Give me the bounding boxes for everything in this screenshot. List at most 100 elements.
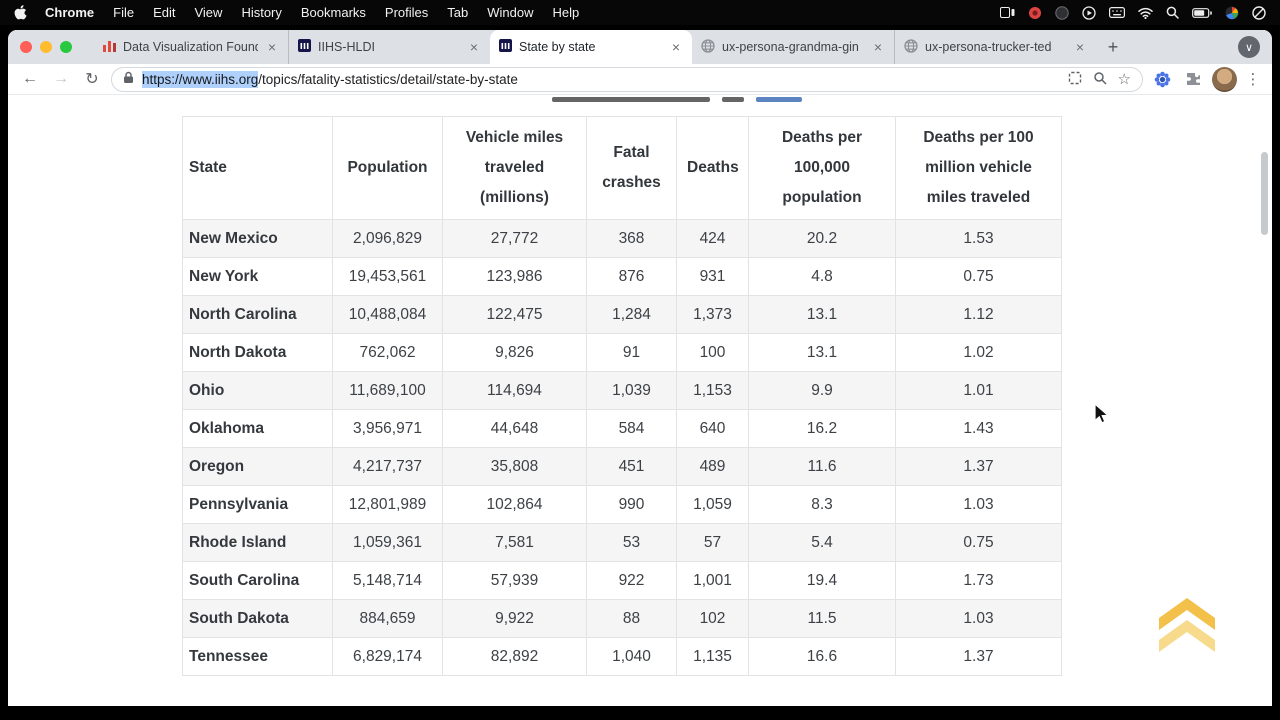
menubar-item-file[interactable]: File <box>113 5 134 20</box>
value-cell: 57 <box>677 524 749 562</box>
extension-blue-flower-icon[interactable] <box>1150 67 1174 91</box>
zoom-icon[interactable] <box>1093 71 1107 88</box>
menubar: Chrome File Edit View History Bookmarks Profil… <box>0 0 1280 25</box>
value-cell: 19,453,561 <box>333 258 443 296</box>
reload-button[interactable]: ↻ <box>80 67 104 91</box>
keyboard-icon[interactable] <box>1109 7 1125 18</box>
state-cell: Oregon <box>183 448 333 486</box>
value-cell: 35,808 <box>443 448 587 486</box>
tab-ux-persona-grandma[interactable]: ux-persona-grandma-gin × <box>692 30 894 64</box>
value-cell: 1,135 <box>677 638 749 676</box>
play-circle-icon[interactable] <box>1082 6 1096 20</box>
value-cell: 1,153 <box>677 372 749 410</box>
do-not-disturb-icon[interactable] <box>1252 6 1266 20</box>
value-cell: 1.02 <box>896 334 1062 372</box>
value-cell: 2,096,829 <box>333 220 443 258</box>
new-tab-button[interactable]: + <box>1100 30 1126 64</box>
menubar-items: Chrome File Edit View History Bookmarks Profil… <box>45 5 579 20</box>
spotlight-icon[interactable] <box>1166 6 1179 19</box>
value-cell: 12,801,989 <box>333 486 443 524</box>
tab-strip: Data Visualization Found × IIHS-HLDI × S… <box>8 30 1272 64</box>
value-cell: 10,488,084 <box>333 296 443 334</box>
value-cell: 1,001 <box>677 562 749 600</box>
table-header-row: StatePopulationVehicle miles traveled (m… <box>183 117 1062 220</box>
table-row: Pennsylvania12,801,989102,8649901,0598.3… <box>183 486 1062 524</box>
menubar-item-chrome[interactable]: Chrome <box>45 5 94 20</box>
menubar-item-history[interactable]: History <box>241 5 281 20</box>
profile-avatar[interactable] <box>1212 67 1237 92</box>
minimize-window-button[interactable] <box>40 41 52 53</box>
tab-ux-persona-trucker[interactable]: ux-persona-trucker-ted × <box>894 30 1096 64</box>
value-cell: 884,659 <box>333 600 443 638</box>
state-cell: North Carolina <box>183 296 333 334</box>
close-tab-icon[interactable]: × <box>1073 39 1087 55</box>
status-dot-icon[interactable] <box>1055 6 1069 20</box>
wifi-icon[interactable] <box>1138 7 1153 19</box>
lock-icon[interactable] <box>123 71 134 87</box>
column-header: Fatal crashes <box>587 117 677 220</box>
window-controls <box>20 30 72 64</box>
table-row: South Dakota884,6599,9228810211.51.03 <box>183 600 1062 638</box>
value-cell: 7,581 <box>443 524 587 562</box>
stage-manager-icon[interactable] <box>1000 7 1015 18</box>
table-row: North Dakota762,0629,8269110013.11.02 <box>183 334 1062 372</box>
value-cell: 368 <box>587 220 677 258</box>
value-cell: 102 <box>677 600 749 638</box>
desktop: Chrome File Edit View History Bookmarks Profil… <box>0 0 1280 720</box>
value-cell: 1.12 <box>896 296 1062 334</box>
apple-menu-icon[interactable] <box>14 5 27 20</box>
column-header: Deaths per 100 million vehicle miles tra… <box>896 117 1062 220</box>
value-cell: 1.73 <box>896 562 1062 600</box>
menubar-item-tab[interactable]: Tab <box>447 5 468 20</box>
menubar-item-bookmarks[interactable]: Bookmarks <box>301 5 366 20</box>
back-button[interactable]: ← <box>18 67 42 91</box>
value-cell: 5.4 <box>749 524 896 562</box>
close-tab-icon[interactable]: × <box>871 39 885 55</box>
menubar-item-edit[interactable]: Edit <box>153 5 175 20</box>
close-tab-icon[interactable]: × <box>467 39 481 55</box>
value-cell: 4.8 <box>749 258 896 296</box>
battery-icon[interactable] <box>1192 8 1212 18</box>
chart-favicon <box>103 39 116 55</box>
browser-menu-icon[interactable]: ⋮ <box>1244 70 1262 88</box>
value-cell: 88 <box>587 600 677 638</box>
menubar-item-help[interactable]: Help <box>553 5 580 20</box>
close-tab-icon[interactable]: × <box>265 39 279 55</box>
value-cell: 9,922 <box>443 600 587 638</box>
value-cell: 102,864 <box>443 486 587 524</box>
close-tab-icon[interactable]: × <box>669 39 683 55</box>
value-cell: 931 <box>677 258 749 296</box>
screenshot-icon[interactable] <box>1068 71 1082 88</box>
zoom-window-button[interactable] <box>60 41 72 53</box>
table-row: Oklahoma3,956,97144,64858464016.21.43 <box>183 410 1062 448</box>
value-cell: 91 <box>587 334 677 372</box>
menubar-item-view[interactable]: View <box>194 5 222 20</box>
menubar-item-window[interactable]: Window <box>487 5 533 20</box>
value-cell: 640 <box>677 410 749 448</box>
tab-state-by-state[interactable]: State by state × <box>490 30 692 64</box>
pinwheel-icon[interactable] <box>1225 6 1239 20</box>
bookmark-star-icon[interactable]: ☆ <box>1118 70 1131 88</box>
record-indicator-icon[interactable] <box>1028 6 1042 20</box>
page-scrollbar-thumb[interactable] <box>1261 152 1268 235</box>
menubar-item-profiles[interactable]: Profiles <box>385 5 428 20</box>
value-cell: 990 <box>587 486 677 524</box>
back-to-top-button[interactable] <box>1159 598 1215 662</box>
state-cell: South Carolina <box>183 562 333 600</box>
state-cell: Pennsylvania <box>183 486 333 524</box>
extensions-puzzle-icon[interactable] <box>1181 67 1205 91</box>
value-cell: 6,829,174 <box>333 638 443 676</box>
value-cell: 1,059,361 <box>333 524 443 562</box>
page-content: StatePopulationVehicle miles traveled (m… <box>8 95 1272 706</box>
value-cell: 1.37 <box>896 448 1062 486</box>
value-cell: 1.03 <box>896 600 1062 638</box>
tab-data-visualization[interactable]: Data Visualization Found × <box>94 30 288 64</box>
tab-title: State by state <box>519 40 662 54</box>
close-window-button[interactable] <box>20 41 32 53</box>
tab-iihs-hldi[interactable]: IIHS-HLDI × <box>288 30 490 64</box>
value-cell: 489 <box>677 448 749 486</box>
value-cell: 1,040 <box>587 638 677 676</box>
value-cell: 53 <box>587 524 677 562</box>
address-bar[interactable]: https://www.iihs.org/topics/fatality-sta… <box>111 67 1143 92</box>
tab-search-button[interactable]: ∨ <box>1238 36 1260 58</box>
